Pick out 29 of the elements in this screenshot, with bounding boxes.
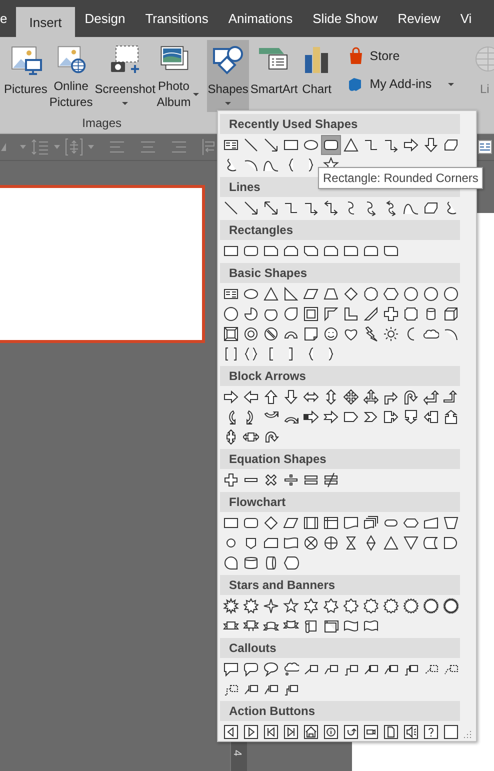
ribbon-tab[interactable]: Insert — [16, 7, 75, 37]
shapes-button[interactable]: Shapes — [206, 40, 250, 112]
section-header: Stars and Banners — [220, 575, 460, 595]
ribbon-tab[interactable]: Transitions — [135, 0, 218, 37]
online-pictures-button[interactable]: Online Pictures — [48, 40, 94, 112]
ribbon-tab[interactable]: Slide Show — [302, 0, 388, 37]
section-header: Callouts — [220, 638, 460, 658]
ribbon-tab[interactable]: Review — [388, 0, 450, 37]
ruler-number: 4 — [231, 750, 244, 756]
section-header: Rectangles — [220, 220, 460, 240]
store-button[interactable]: Store — [342, 45, 404, 67]
ribbon-tab[interactable]: e — [0, 0, 16, 37]
screenshot-button[interactable]: Screenshot — [94, 40, 156, 112]
ribbon-tab[interactable]: Animations — [218, 0, 303, 37]
ribbon-tab[interactable]: Vi — [450, 0, 482, 37]
section-header: Basic Shapes — [220, 263, 460, 283]
smartart-button[interactable]: SmartArt — [249, 40, 299, 112]
ribbon-tab[interactable]: Design — [74, 0, 136, 37]
tooltip: Rectangle: Rounded Corners — [318, 167, 484, 189]
add-ins-button[interactable]: My Add-ins — [342, 73, 459, 95]
chart-button[interactable]: Chart — [298, 40, 335, 112]
section-header: Flowchart — [220, 492, 460, 512]
section-header: Block Arrows — [220, 366, 460, 386]
photo-album-button[interactable]: Photo Album — [156, 40, 201, 112]
pictures-button[interactable]: Pictures — [3, 40, 48, 112]
section-header: Equation Shapes — [220, 449, 460, 469]
group-label: Images — [82, 116, 122, 132]
section-header: Recently Used Shapes — [220, 114, 460, 134]
section-header: Action Buttons — [220, 701, 460, 721]
